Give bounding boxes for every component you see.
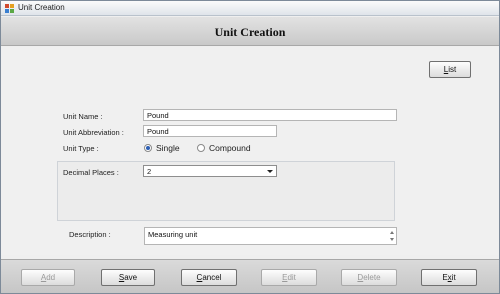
radio-compound-icon[interactable]	[197, 144, 205, 152]
cancel-button[interactable]: Cancel	[181, 269, 237, 286]
delete-button-label: elete	[363, 273, 381, 282]
page-title: Unit Creation	[214, 25, 286, 39]
header-band: Unit Creation	[1, 17, 499, 46]
decimal-places-label: Decimal Places :	[63, 168, 119, 177]
unit-abbreviation-label: Unit Abbreviation :	[63, 128, 124, 137]
cancel-button-label: ancel	[202, 273, 222, 282]
list-button-label: ist	[448, 65, 457, 74]
scroll-up-icon[interactable]	[390, 231, 394, 234]
radio-single-icon[interactable]	[144, 144, 152, 152]
list-button[interactable]: List	[429, 61, 471, 78]
unit-type-single-label[interactable]: Single	[156, 143, 180, 153]
scroll-down-icon[interactable]	[390, 238, 394, 241]
description-textarea[interactable]: Measuring unit	[144, 227, 397, 245]
decimal-places-value: 2	[147, 167, 152, 176]
edit-button-label: dit	[287, 273, 296, 282]
exit-button[interactable]: Exit	[421, 269, 477, 286]
save-button-label: ave	[124, 273, 138, 282]
window-title: Unit Creation	[18, 3, 65, 12]
app-icon	[5, 4, 14, 13]
unit-type-label: Unit Type :	[63, 144, 99, 153]
unit-abbreviation-input[interactable]: Pound	[143, 125, 277, 137]
edit-button[interactable]: Edit	[261, 269, 317, 286]
unit-name-input[interactable]: Pound	[143, 109, 397, 121]
add-button[interactable]: Add	[21, 269, 75, 286]
exit-button-label: it	[451, 273, 456, 282]
add-button-label: dd	[46, 273, 56, 282]
description-label: Description :	[69, 230, 111, 239]
decimal-places-select[interactable]: 2	[143, 165, 277, 177]
unit-type-compound-label[interactable]: Compound	[209, 143, 251, 153]
description-value: Measuring unit	[148, 230, 198, 239]
title-bar[interactable]: Unit Creation	[1, 1, 499, 16]
save-button[interactable]: Save	[101, 269, 155, 286]
chevron-down-icon[interactable]	[267, 170, 273, 173]
unit-name-label: Unit Name :	[63, 112, 103, 121]
delete-button[interactable]: Delete	[341, 269, 397, 286]
unit-creation-window: Unit Creation Unit Creation List Unit Na…	[0, 0, 500, 294]
